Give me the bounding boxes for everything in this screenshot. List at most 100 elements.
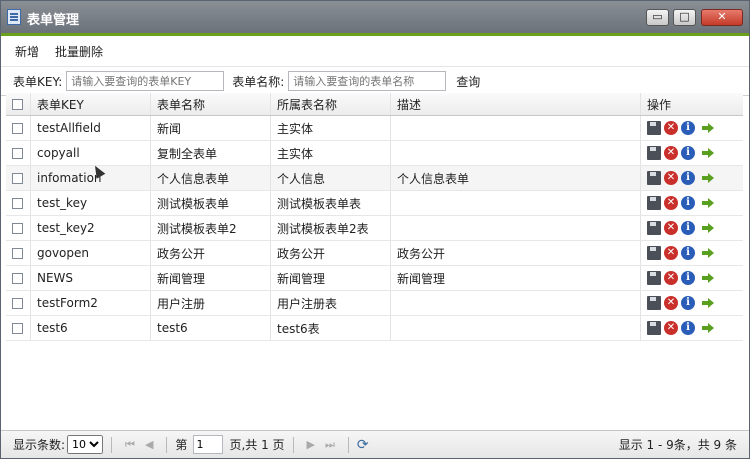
save-icon[interactable]: [647, 246, 661, 260]
info-icon[interactable]: i: [681, 146, 695, 160]
row-checkbox[interactable]: [12, 147, 23, 159]
row-checkbox[interactable]: [12, 222, 23, 234]
table-name-cell: 政务公开: [271, 241, 391, 265]
save-icon[interactable]: [647, 171, 661, 185]
refresh-icon[interactable]: ⟳: [357, 437, 369, 453]
column-header-key[interactable]: 表单KEY: [31, 93, 151, 115]
info-icon[interactable]: i: [681, 196, 695, 210]
form-name-label: 表单名称:: [232, 74, 285, 89]
form-manager-window: 表单管理 ▭ □ ✕ 新增 批量删除 表单KEY: 表单名称: 查询 表单KEY…: [0, 0, 750, 459]
delete-icon[interactable]: ✕: [664, 271, 678, 285]
delete-icon[interactable]: ✕: [664, 221, 678, 235]
last-page-icon[interactable]: ⏭: [325, 438, 335, 452]
batch-delete-button[interactable]: 批量删除: [55, 43, 103, 60]
table-row[interactable]: test6 test6 test6表 ✕ i: [6, 316, 743, 341]
arrow-right-icon[interactable]: [702, 248, 714, 258]
form-icon: [7, 9, 21, 25]
table-row[interactable]: test_key 测试模板表单 测试模板表单表 ✕ i: [6, 191, 743, 216]
pagination-bar: 显示条数: 10 ⏮ ◀ 第 页,共 1 页 ▶ ⏭ ⟳ 显示 1 - 9条，共…: [1, 430, 749, 458]
description-cell: [391, 116, 641, 140]
row-checkbox[interactable]: [12, 197, 23, 209]
row-checkbox[interactable]: [12, 122, 23, 134]
save-icon[interactable]: [647, 121, 661, 135]
info-icon[interactable]: i: [681, 321, 695, 335]
table-name-cell: test6表: [271, 316, 391, 340]
delete-icon[interactable]: ✕: [664, 246, 678, 260]
table-name-cell: 新闻管理: [271, 266, 391, 290]
table-row[interactable]: test_key2 测试模板表单2 测试模板表单2表 ✕ i: [6, 216, 743, 241]
page-size-select[interactable]: 10: [67, 435, 104, 454]
toolbar: 新增 批量删除: [1, 36, 749, 67]
description-cell: 个人信息表单: [391, 166, 641, 190]
form-key-cell: test6: [31, 316, 151, 340]
delete-icon[interactable]: ✕: [664, 146, 678, 160]
form-name-cell: 新闻: [151, 116, 271, 140]
info-icon[interactable]: i: [681, 296, 695, 310]
form-key-cell: test_key: [31, 191, 151, 215]
arrow-right-icon[interactable]: [702, 123, 714, 133]
table-row[interactable]: infomation 个人信息表单 个人信息 个人信息表单 ✕ i: [6, 166, 743, 191]
table-row[interactable]: testAllfield 新闻 主实体 ✕ i: [6, 116, 743, 141]
table-name-cell: 主实体: [271, 141, 391, 165]
prev-page-icon[interactable]: ◀: [145, 438, 153, 451]
form-key-cell: govopen: [31, 241, 151, 265]
form-key-cell: copyall: [31, 141, 151, 165]
arrow-right-icon[interactable]: [702, 148, 714, 158]
arrow-right-icon[interactable]: [702, 198, 714, 208]
row-checkbox[interactable]: [12, 297, 23, 309]
select-all-checkbox[interactable]: [12, 98, 23, 110]
table-row[interactable]: testForm2 用户注册 用户注册表 ✕ i: [6, 291, 743, 316]
delete-icon[interactable]: ✕: [664, 171, 678, 185]
form-name-input[interactable]: [288, 71, 447, 91]
description-cell: [391, 291, 641, 315]
arrow-right-icon[interactable]: [702, 298, 714, 308]
maximize-button[interactable]: □: [673, 9, 696, 26]
delete-icon[interactable]: ✕: [664, 321, 678, 335]
form-table: 表单KEY 表单名称 所属表名称 描述 操作 testAllfield 新闻 主实体…: [6, 93, 743, 341]
page-number-input[interactable]: [193, 435, 224, 454]
arrow-right-icon[interactable]: [702, 173, 714, 183]
save-icon[interactable]: [647, 196, 661, 210]
delete-icon[interactable]: ✕: [664, 121, 678, 135]
next-page-icon[interactable]: ▶: [307, 438, 315, 451]
column-header-description[interactable]: 描述: [391, 93, 641, 115]
info-icon[interactable]: i: [681, 121, 695, 135]
save-icon[interactable]: [647, 271, 661, 285]
row-checkbox[interactable]: [12, 247, 23, 259]
info-icon[interactable]: i: [681, 246, 695, 260]
title-bar: 表单管理 ▭ □ ✕: [1, 1, 749, 36]
form-name-cell: test6: [151, 316, 271, 340]
info-icon[interactable]: i: [681, 271, 695, 285]
column-header-name[interactable]: 表单名称: [151, 93, 271, 115]
search-bar: 表单KEY: 表单名称: 查询: [1, 67, 749, 96]
form-key-cell: testAllfield: [31, 116, 151, 140]
save-icon[interactable]: [647, 321, 661, 335]
arrow-right-icon[interactable]: [702, 223, 714, 233]
save-icon[interactable]: [647, 146, 661, 160]
arrow-right-icon[interactable]: [702, 273, 714, 283]
form-name-cell: 个人信息表单: [151, 166, 271, 190]
form-name-cell: 政务公开: [151, 241, 271, 265]
info-icon[interactable]: i: [681, 171, 695, 185]
info-icon[interactable]: i: [681, 221, 695, 235]
minimize-button[interactable]: ▭: [646, 9, 669, 26]
table-row[interactable]: NEWS 新闻管理 新闻管理 新闻管理 ✕ i: [6, 266, 743, 291]
description-cell: [391, 191, 641, 215]
row-checkbox[interactable]: [12, 272, 23, 284]
delete-icon[interactable]: ✕: [664, 196, 678, 210]
add-button[interactable]: 新增: [15, 43, 39, 60]
save-icon[interactable]: [647, 221, 661, 235]
form-key-input[interactable]: [66, 71, 225, 91]
table-row[interactable]: copyall 复制全表单 主实体 ✕ i: [6, 141, 743, 166]
delete-icon[interactable]: ✕: [664, 296, 678, 310]
query-button[interactable]: 查询: [456, 73, 480, 90]
form-name-cell: 测试模板表单: [151, 191, 271, 215]
arrow-right-icon[interactable]: [702, 323, 714, 333]
first-page-icon[interactable]: ⏮: [125, 438, 135, 452]
row-checkbox[interactable]: [12, 322, 23, 334]
table-row[interactable]: govopen 政务公开 政务公开 政务公开 ✕ i: [6, 241, 743, 266]
column-header-table[interactable]: 所属表名称: [271, 93, 391, 115]
close-button[interactable]: ✕: [701, 9, 743, 26]
row-checkbox[interactable]: [12, 172, 23, 184]
save-icon[interactable]: [647, 296, 661, 310]
